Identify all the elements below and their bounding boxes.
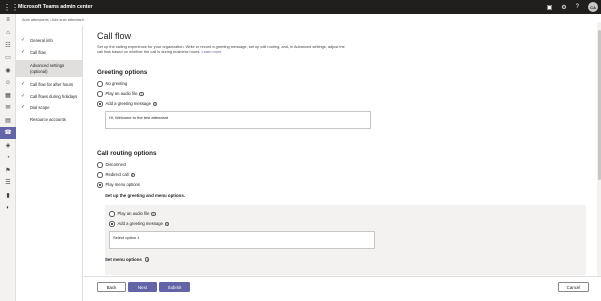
scroll-thumb[interactable] [597, 30, 601, 180]
radio-label: Disconnect [105, 162, 127, 168]
menu-setup-subtitle: Set up the greeting and menu options. [105, 193, 186, 198]
page-description: Set up the calling experience for your o… [97, 44, 347, 55]
step-call-flow[interactable]: ✓ Call flow [16, 48, 82, 56]
info-icon[interactable]: i [130, 172, 135, 177]
teams-icon[interactable]: ☷ [0, 39, 16, 52]
radio-label: Add a greeting message [117, 221, 163, 227]
action-bar: Back Next Submit Cancel [84, 276, 601, 301]
radio-button[interactable] [97, 101, 103, 107]
app-launcher-icon[interactable]: ⋮⋮⋮ [0, 0, 19, 14]
feedback-icon[interactable]: ▣ [547, 4, 553, 11]
next-button[interactable]: Next [128, 282, 157, 292]
step-resource-accounts[interactable]: Resource accounts [16, 117, 82, 123]
voice-icon[interactable]: ☎ [0, 126, 16, 139]
info-icon[interactable]: i [151, 211, 156, 216]
step-label: Call flow [30, 49, 46, 55]
planning-icon[interactable]: ☰ [0, 177, 16, 190]
radio-label: Play an audio file [105, 91, 138, 97]
set-menu-options-label: Set menu options i [105, 257, 150, 262]
menu-message-textarea[interactable]: Select option 1 [109, 231, 375, 249]
radio-button[interactable] [97, 182, 103, 188]
settings-gear-icon[interactable]: ⚙ [561, 4, 566, 11]
radio-button[interactable] [97, 172, 103, 178]
check-icon: ✓ [21, 104, 26, 110]
learn-more-link[interactable]: Learn more [201, 49, 221, 54]
analytics-icon[interactable]: ◔ [0, 152, 16, 165]
radio-label: Add a greeting message [105, 101, 151, 107]
check-icon: ✓ [21, 92, 26, 99]
radio-greeting-message[interactable]: Add a greeting message i [97, 101, 158, 107]
call-routing-title: Call routing options [97, 150, 157, 157]
radio-disconnect[interactable]: Disconnect [97, 162, 126, 168]
main-content: Call flow Set up the calling experience … [84, 22, 601, 301]
notifications-icon[interactable]: ◐ [0, 202, 16, 215]
apps-icon[interactable]: ▤ [0, 114, 16, 127]
users-icon[interactable]: ☺ [0, 77, 16, 90]
info-icon[interactable]: i [139, 91, 144, 96]
top-bar: ⋮⋮⋮ Microsoft Teams admin center ▣ ⚙ ? C… [0, 0, 601, 14]
check-icon: ✓ [21, 48, 26, 55]
step-dial-scope[interactable]: ✓ Dial scope [16, 104, 82, 111]
radio-label: Play menu options [105, 182, 140, 188]
radio-label: Redirect call [105, 172, 129, 178]
help-icon[interactable]: ? [576, 4, 579, 10]
messaging-icon[interactable]: ✉ [0, 102, 16, 115]
step-label: Resource accounts [30, 116, 66, 122]
submit-button[interactable]: Submit [159, 282, 190, 292]
radio-play-menu-options[interactable]: Play menu options [97, 182, 140, 188]
radio-button[interactable] [97, 162, 103, 168]
dashboard-icon[interactable]: ⌂ [0, 27, 16, 40]
set-menu-options-text: Set menu options [105, 257, 142, 262]
info-icon[interactable]: i [164, 221, 170, 226]
hamburger-menu-icon[interactable]: ≡ [0, 14, 16, 27]
scrollbar[interactable] [597, 22, 601, 276]
meetings-icon[interactable]: ▦ [0, 89, 16, 102]
step-label: Dial scope [30, 105, 50, 110]
menu-greeting-panel: Play an audio file i Add a greeting mess… [105, 205, 586, 275]
breadcrumb[interactable]: Auto attendants \ Add auto attendant [22, 18, 84, 22]
avatar[interactable]: CA [588, 2, 598, 12]
radio-label: Play an audio file [117, 211, 150, 217]
radio-button[interactable] [97, 91, 103, 97]
step-label: Call flow for after hours [30, 82, 74, 87]
reports-icon[interactable]: ▮ [0, 189, 16, 202]
step-advanced-settings[interactable]: Advanced settings (optional) [16, 60, 82, 77]
top-icons: ▣ ⚙ ? CA [547, 0, 598, 14]
page-title: Call flow [97, 31, 132, 41]
step-after-hours[interactable]: ✓ Call flow for after hours [16, 81, 82, 88]
greeting-options-title: Greeting options [97, 69, 148, 76]
step-label: General info [30, 38, 53, 43]
radio-menu-audio[interactable]: Play an audio file i [109, 211, 156, 217]
locations-icon[interactable]: ◉ [0, 64, 16, 77]
step-label: Advanced settings (optional) [30, 63, 65, 74]
step-general-info[interactable]: ✓ General info [16, 37, 82, 44]
check-icon: ✓ [21, 81, 26, 87]
info-icon[interactable]: i [152, 101, 158, 106]
radio-button[interactable] [109, 221, 115, 227]
radio-no-greeting[interactable]: No greeting [97, 81, 127, 87]
org-settings-icon[interactable]: ⚑ [0, 164, 16, 177]
radio-redirect-call[interactable]: Redirect call i [97, 172, 135, 178]
back-button[interactable]: Back [97, 282, 126, 292]
info-icon[interactable]: i [145, 257, 150, 262]
left-rail: ≡ ⌂ ☷ ▭ ◉ ☺ ▦ ✉ ▤ ☎ ◈ ◔ ⚑ ☰ ▮ ◐ [0, 14, 16, 301]
check-icon: ✓ [21, 37, 26, 43]
greeting-message-textarea[interactable]: Hi, Welcome to the test attendant [105, 111, 371, 129]
app-title: Microsoft Teams admin center [18, 4, 93, 10]
radio-button[interactable] [97, 81, 103, 87]
cancel-button[interactable]: Cancel [558, 282, 589, 292]
radio-label: No greeting [105, 81, 128, 87]
radio-button[interactable] [109, 211, 115, 217]
radio-menu-message[interactable]: Add a greeting message i [109, 221, 170, 227]
step-label: Call flows during holidays [30, 93, 78, 99]
devices-icon[interactable]: ▭ [0, 52, 16, 65]
wizard-steps: ✓ General info ✓ Call flow Advanced sett… [16, 26, 83, 301]
step-holidays[interactable]: ✓ Call flows during holidays [16, 92, 82, 100]
radio-play-audio[interactable]: Play an audio file i [97, 91, 144, 97]
policy-icon[interactable]: ◈ [0, 139, 16, 152]
